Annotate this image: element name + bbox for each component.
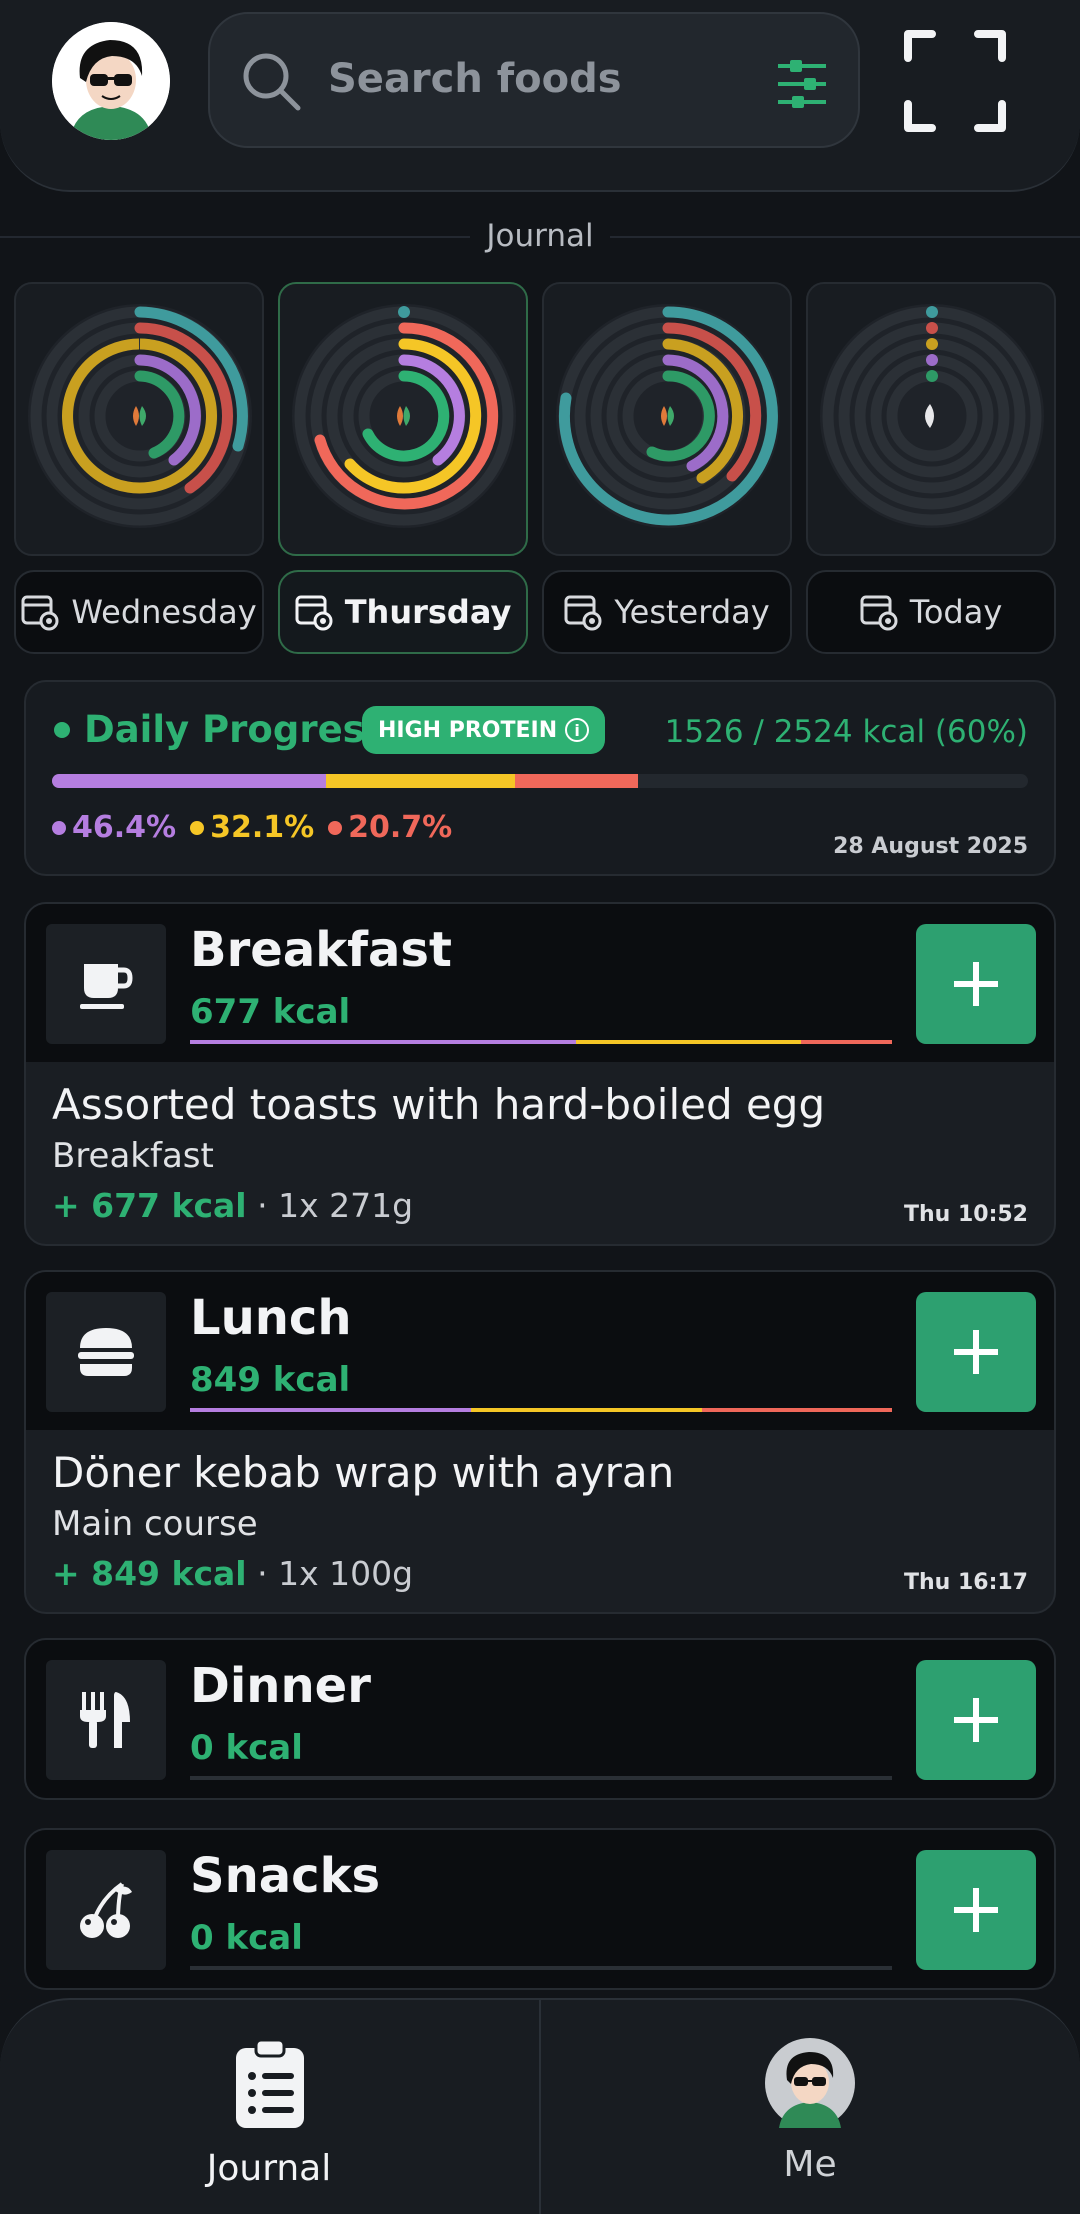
add-lunch-button[interactable] — [916, 1292, 1036, 1412]
meal-kcal: 0 kcal — [190, 1728, 303, 1768]
day-rings-today[interactable] — [806, 282, 1056, 556]
nav-journal[interactable]: Journal — [0, 2000, 538, 2214]
meal-name: Snacks — [190, 1848, 381, 1904]
progress-date: 28 August 2025 — [833, 834, 1028, 859]
scan-icon[interactable] — [902, 28, 1008, 134]
progress-kcal: 1526 / 2524 kcal (60%) — [664, 714, 1028, 750]
entry-time: Thu 16:17 — [903, 1570, 1028, 1595]
add-dinner-button[interactable] — [916, 1660, 1036, 1780]
status-dot — [54, 722, 70, 738]
macro-rings — [556, 304, 780, 528]
meal-kcal: 849 kcal — [190, 1360, 351, 1400]
entry-category: Breakfast — [52, 1136, 214, 1176]
entry-category: Main course — [52, 1504, 258, 1544]
add-breakfast-button[interactable] — [916, 924, 1036, 1044]
macro-percentages: 46.4% 32.1% 20.7% — [52, 810, 452, 845]
meal-name: Lunch — [190, 1290, 352, 1346]
food-entry[interactable]: Döner kebab wrap with ayran Main course … — [26, 1430, 1054, 1612]
entry-kcal-line: + 849 kcal · 1x 100g — [52, 1554, 413, 1593]
cherries-icon — [46, 1850, 166, 1970]
calendar-eye-icon — [21, 595, 59, 631]
meal-macro-line — [190, 1776, 892, 1780]
avatar — [765, 2038, 855, 2128]
avatar-illustration — [52, 22, 170, 140]
day-tab-label: Today — [909, 593, 1003, 631]
day-tab-label: Yesterday — [614, 593, 770, 631]
entry-kcal: + 677 kcal — [52, 1186, 247, 1225]
meal-kcal: 677 kcal — [190, 992, 351, 1032]
profile-avatar[interactable] — [52, 22, 170, 140]
entry-title: Assorted toasts with hard-boiled egg — [52, 1080, 826, 1129]
meal-header[interactable]: Dinner 0 kcal — [26, 1640, 1054, 1798]
add-snacks-button[interactable] — [916, 1850, 1036, 1970]
meal-card-breakfast: Breakfast 677 kcal Assorted toasts with … — [24, 902, 1056, 1246]
meal-header[interactable]: Lunch 849 kcal — [26, 1272, 1054, 1430]
plus-icon — [954, 962, 998, 1006]
section-title: Journal — [470, 218, 610, 254]
entry-kcal-line: + 677 kcal · 1x 271g — [52, 1186, 413, 1225]
meal-macro-line — [190, 1966, 892, 1970]
carbs-segment — [325, 774, 516, 788]
food-entry[interactable]: Assorted toasts with hard-boiled egg Bre… — [26, 1062, 1054, 1244]
macro-carbs: 32.1% — [190, 810, 314, 845]
meal-card-lunch: Lunch 849 kcal Döner kebab wrap with ayr… — [24, 1270, 1056, 1614]
entry-time: Thu 10:52 — [903, 1202, 1028, 1227]
meal-header[interactable]: Breakfast 677 kcal — [26, 904, 1054, 1062]
progress-bar — [52, 774, 1028, 788]
search-icon — [243, 53, 301, 111]
macro-rings — [820, 304, 1044, 528]
high-protein-badge[interactable]: HIGH PROTEIN i — [362, 706, 606, 754]
entry-kcal: + 849 kcal — [52, 1554, 247, 1593]
day-rings-thursday[interactable] — [278, 282, 528, 556]
meal-macro-line — [190, 1408, 892, 1412]
filter-icon[interactable] — [772, 56, 832, 112]
protein-segment — [52, 774, 326, 788]
calendar-eye-icon — [295, 595, 333, 631]
calendar-eye-icon — [564, 595, 602, 631]
entry-title: Döner kebab wrap with ayran — [52, 1448, 675, 1497]
entry-quantity: · 1x 271g — [257, 1186, 414, 1225]
calendar-eye-icon — [860, 595, 898, 631]
plus-icon — [954, 1698, 998, 1742]
bottom-navigation: Journal Me — [0, 1998, 1080, 2214]
day-rings-yesterday[interactable] — [542, 282, 792, 556]
macro-protein: 46.4% — [52, 810, 176, 845]
daily-progress-card: Daily Progress HIGH PROTEIN i 1526 / 252… — [24, 680, 1056, 876]
top-bar: Search foods — [0, 0, 1080, 192]
day-tab-thursday[interactable]: Thursday — [278, 570, 528, 654]
day-tab-today[interactable]: Today — [806, 570, 1056, 654]
day-rings-wednesday[interactable] — [14, 282, 264, 556]
macro-fat: 20.7% — [328, 810, 452, 845]
day-tab-wednesday[interactable]: Wednesday — [14, 570, 264, 654]
entry-quantity: · 1x 100g — [257, 1554, 414, 1593]
meal-header[interactable]: Snacks 0 kcal — [26, 1830, 1054, 1988]
nav-journal-label: Journal — [206, 2148, 332, 2189]
meal-name: Breakfast — [190, 922, 452, 978]
meal-name: Dinner — [190, 1658, 371, 1714]
progress-title: Daily Progress — [84, 708, 387, 751]
nav-me[interactable]: Me — [541, 2000, 1079, 2214]
burger-icon — [46, 1292, 166, 1412]
meal-card-snacks: Snacks 0 kcal — [24, 1828, 1056, 1990]
meal-card-dinner: Dinner 0 kcal — [24, 1638, 1056, 1800]
macro-rings — [28, 304, 252, 528]
search-input[interactable]: Search foods — [328, 56, 622, 102]
meal-kcal: 0 kcal — [190, 1918, 303, 1958]
info-icon: i — [565, 718, 590, 742]
badge-label: HIGH PROTEIN — [378, 717, 558, 743]
nav-me-label: Me — [783, 2144, 837, 2185]
day-tab-yesterday[interactable]: Yesterday — [542, 570, 792, 654]
plus-icon — [954, 1888, 998, 1932]
meal-macro-line — [190, 1040, 892, 1044]
plus-icon — [954, 1330, 998, 1374]
macro-rings — [292, 304, 516, 528]
fat-segment — [515, 774, 638, 788]
fork-knife-icon — [46, 1660, 166, 1780]
search-bar[interactable]: Search foods — [208, 12, 860, 148]
clipboard-list-icon — [236, 2038, 304, 2128]
coffee-cup-icon — [46, 924, 166, 1044]
day-tab-label: Wednesday — [71, 593, 257, 631]
day-tab-label: Thursday — [344, 593, 512, 631]
